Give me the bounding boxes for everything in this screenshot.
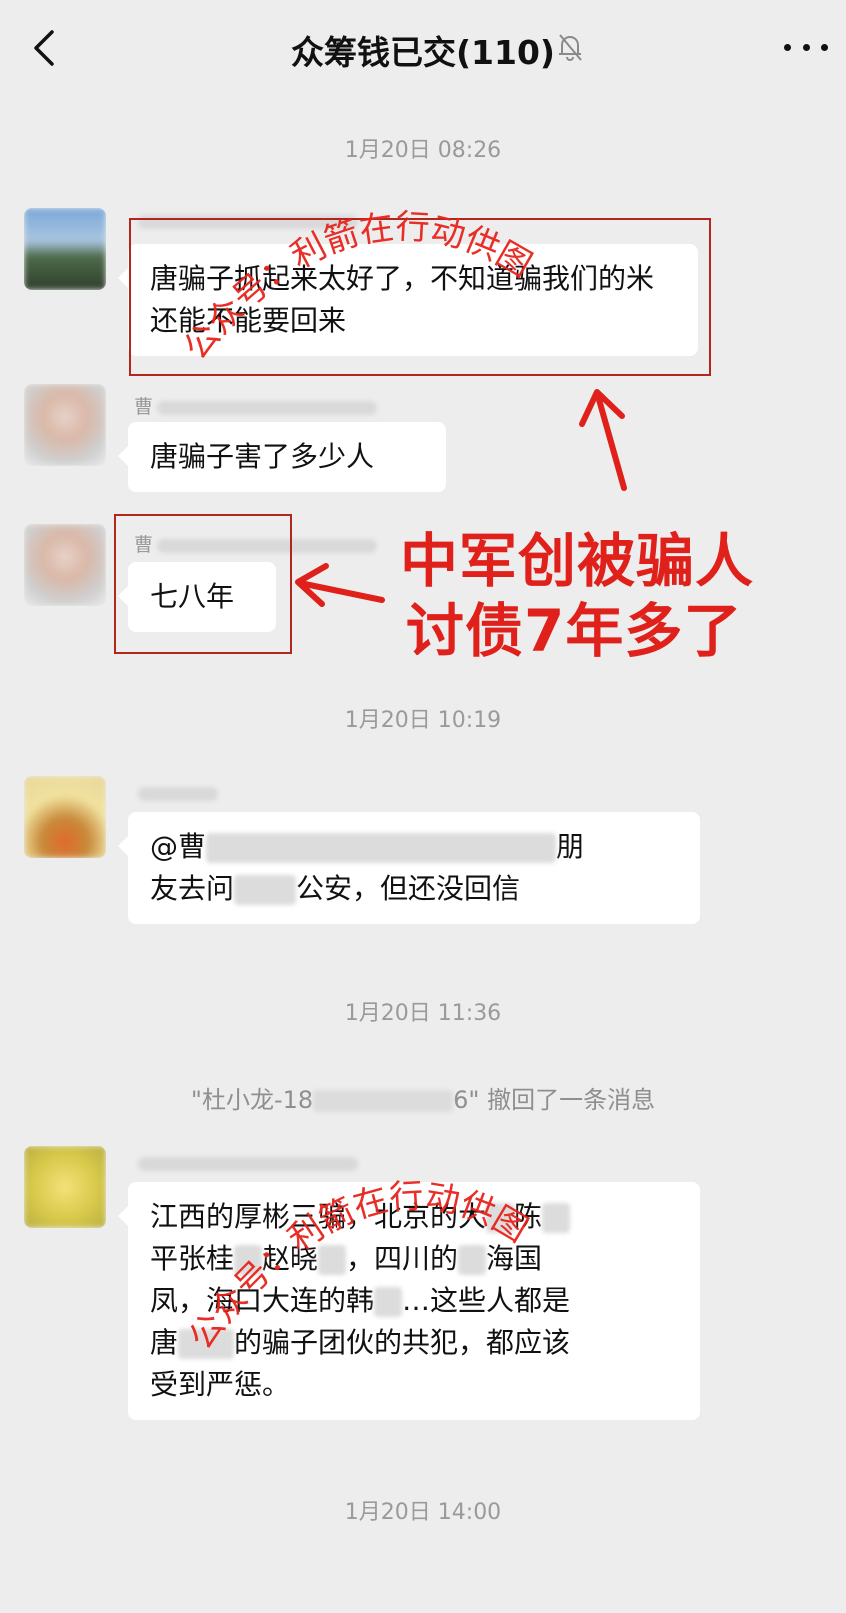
watermark-text: 公众号：利箭在行动供图 — [181, 1176, 534, 1357]
watermark-text: 公众号：利箭在行动供图 — [176, 207, 538, 368]
watermark-overlay: 公众号：利箭在行动供图 公众号：利箭在行动供图 — [176, 207, 538, 1357]
